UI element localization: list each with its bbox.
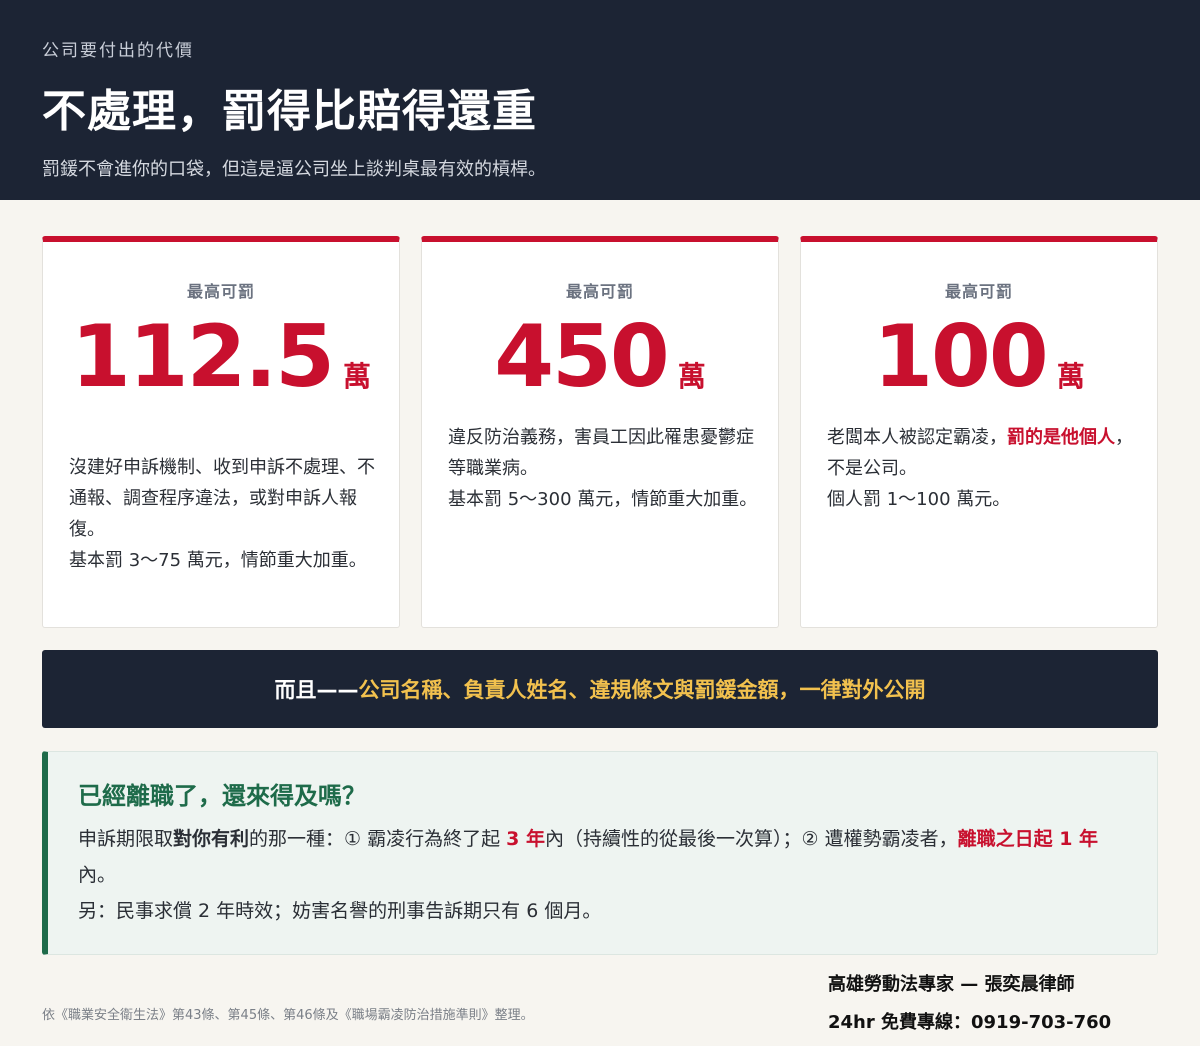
card-amount: 450: [494, 307, 670, 407]
desc-text: 老闆本人被認定霸凌，: [827, 427, 1007, 448]
note-body: 申訴期限取對你有利的那一種：① 霸凌行為終了起 3 年內（持續性的從最後一次算）…: [78, 821, 1127, 929]
note-text: 內。: [78, 864, 117, 886]
note-highlight: 3 年: [506, 828, 545, 850]
note-text: 申訴期限取: [78, 828, 174, 850]
note-emphasis: 對你有利: [173, 828, 250, 850]
deadline-note: 已經離職了，還來得及嗎？ 申訴期限取對你有利的那一種：① 霸凌行為終了起 3 年…: [42, 751, 1158, 955]
contact-name: 高雄勞動法專家 — 張奕晨律師: [828, 974, 1075, 995]
header: 公司要付出的代價 不處理，罰得比賠得還重 罰鍰不會進你的口袋，但這是逼公司坐上談…: [0, 0, 1200, 200]
banner-lead: 而且——: [274, 678, 359, 702]
card-kicker: 最高可罰: [944, 282, 1013, 301]
card-description-line: 沒建好申訴機制、收到申訴不處理、不通報、調查程序違法，或對申訴人報復。: [69, 457, 375, 540]
card-figure: 100 萬: [801, 310, 1157, 405]
note-highlight: 離職之日起 1 年: [957, 828, 1099, 850]
card-amount: 100: [873, 307, 1049, 407]
source-footnote: 依《職業安全衛生法》第43條、第45條、第46條及《職場霸凌防治措施準則》整理。: [42, 1008, 534, 1023]
card-unit: 萬: [343, 360, 372, 393]
contact-block: 高雄勞動法專家 — 張奕晨律師 24hr 免費專線：0919-703-760: [828, 966, 1111, 1042]
card-kicker: 最高可罰: [186, 282, 255, 301]
card-description: 老闆本人被認定霸凌，罰的是他個人，不是公司。 個人罰 1～100 萬元。: [827, 422, 1137, 515]
note-paragraph: 申訴期限取對你有利的那一種：① 霸凌行為終了起 3 年內（持續性的從最後一次算）…: [78, 821, 1127, 893]
card-unit: 萬: [677, 360, 706, 393]
note-title: 已經離職了，還來得及嗎？: [78, 782, 366, 810]
page-title: 不處理，罰得比賠得還重: [42, 86, 537, 137]
note-text: 內（持續性的從最後一次算）；② 遭權勢霸凌者，: [545, 828, 958, 850]
header-subtitle: 罰鍰不會進你的口袋，但這是逼公司坐上談判桌最有效的槓桿。: [42, 159, 546, 180]
card-description: 違反防治義務，害員工因此罹患憂鬱症等職業病。 基本罰 5～300 萬元，情節重大…: [448, 422, 758, 515]
card-amount: 112.5: [70, 307, 335, 407]
header-eyebrow: 公司要付出的代價: [42, 41, 194, 61]
card-description-line: 基本罰 5～300 萬元，情節重大加重。: [448, 489, 758, 510]
card-description-line: 基本罰 3～75 萬元，情節重大加重。: [69, 550, 367, 571]
desc-highlight: 罰的是他個人: [1007, 427, 1115, 448]
card-description-line: 違反防治義務，害員工因此罹患憂鬱症等職業病。: [448, 427, 754, 479]
card-unit: 萬: [1056, 360, 1085, 393]
disclosure-banner: 而且—— 公司名稱、負責人姓名、違規條文與罰鍰金額，一律對外公開: [42, 650, 1158, 728]
card-description-line: 個人罰 1～100 萬元。: [827, 489, 1011, 510]
penalty-card-complaint: 最高可罰 112.5 萬 沒建好申訴機制、收到申訴不處理、不通報、調查程序違法，…: [42, 236, 400, 628]
note-paragraph: 另：民事求償 2 年時效；妨害名譽的刑事告訴期只有 6 個月。: [78, 900, 602, 922]
contact-phone: 24hr 免費專線：0919-703-760: [828, 1012, 1112, 1033]
card-figure: 450 萬: [422, 310, 778, 405]
card-description: 沒建好申訴機制、收到申訴不處理、不通報、調查程序違法，或對申訴人報復。 基本罰 …: [69, 452, 379, 576]
note-text: 的那一種：① 霸凌行為終了起: [249, 828, 507, 850]
card-description-line: 老闆本人被認定霸凌，罰的是他個人，不是公司。: [827, 422, 1137, 484]
penalty-card-occupational-disease: 最高可罰 450 萬 違反防治義務，害員工因此罹患憂鬱症等職業病。 基本罰 5～…: [421, 236, 779, 628]
penalty-card-employer-personal: 最高可罰 100 萬 老闆本人被認定霸凌，罰的是他個人，不是公司。 個人罰 1～…: [800, 236, 1158, 628]
card-figure: 112.5 萬: [43, 310, 399, 405]
card-kicker: 最高可罰: [565, 282, 634, 301]
banner-body: 公司名稱、負責人姓名、違規條文與罰鍰金額，一律對外公開: [358, 678, 926, 702]
